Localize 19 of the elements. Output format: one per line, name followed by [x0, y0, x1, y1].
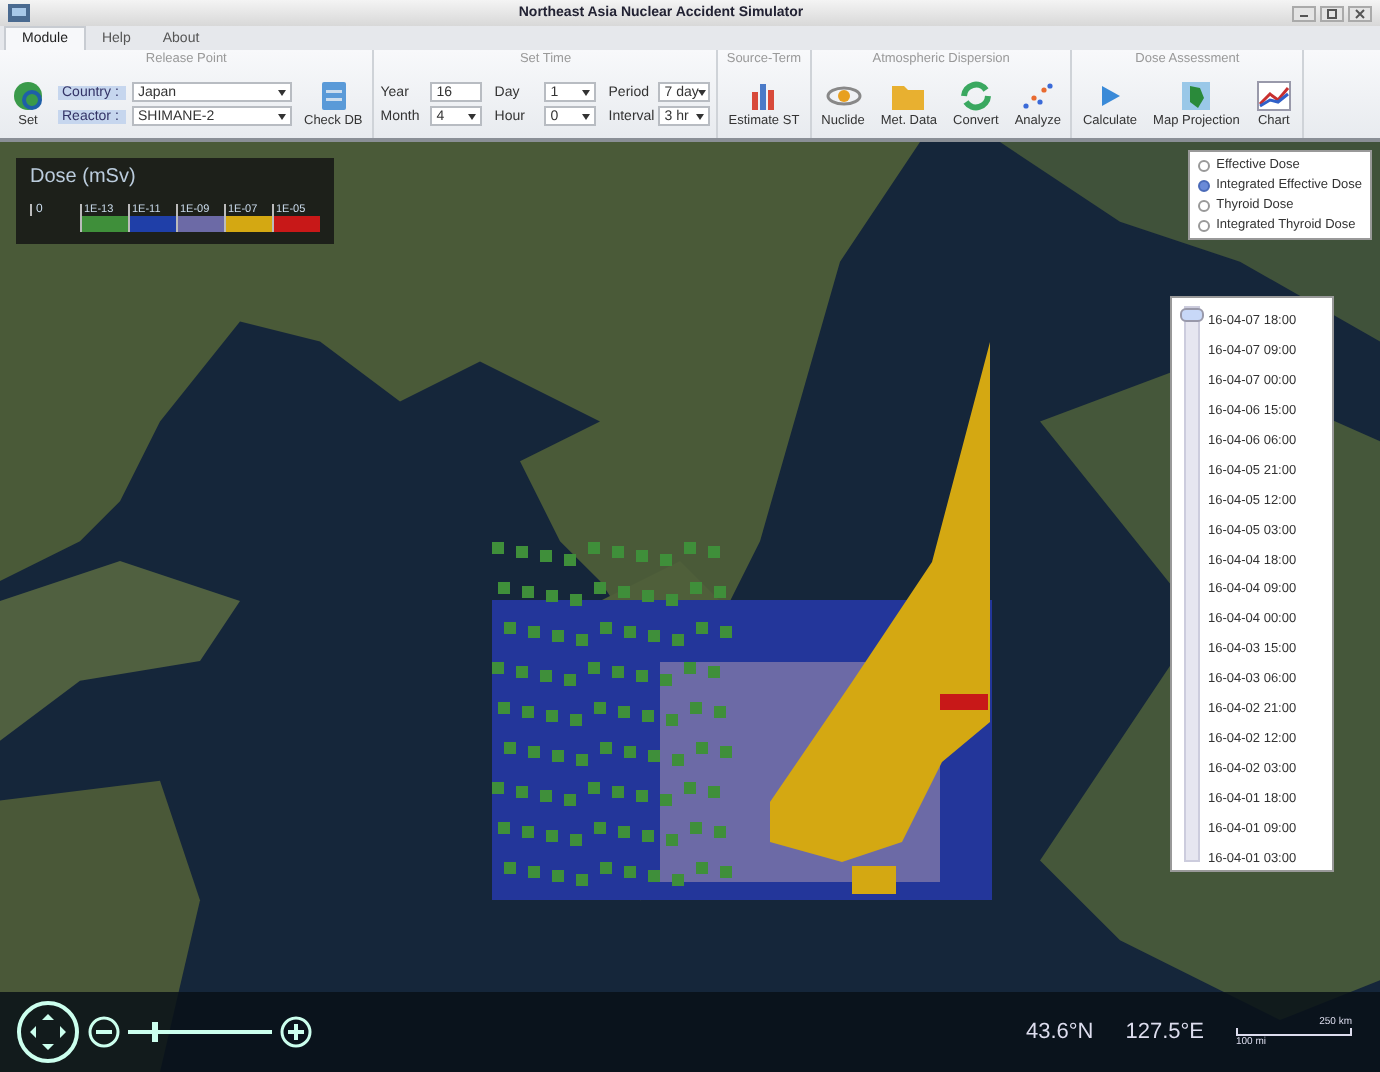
zoom-in-icon[interactable]	[280, 1016, 312, 1048]
minimize-icon[interactable]	[1292, 5, 1316, 21]
legend-title: Dose (mSv)	[30, 166, 138, 188]
slider-thumb[interactable]	[1180, 308, 1204, 322]
folder-icon	[890, 80, 927, 112]
close-icon[interactable]	[1348, 5, 1372, 21]
maximize-icon[interactable]	[1320, 5, 1344, 21]
linechart-icon	[1255, 80, 1292, 112]
globe-icon	[10, 80, 46, 112]
app-icon	[8, 4, 30, 22]
zoom-out-icon[interactable]	[88, 1016, 120, 1048]
map-icon	[1178, 80, 1215, 112]
pan-control-icon[interactable]	[16, 1000, 80, 1064]
scatter-icon	[1019, 80, 1056, 112]
latitude-text: 43.6°N	[1025, 1020, 1094, 1044]
refresh-icon	[957, 80, 994, 112]
time-slider[interactable]	[1184, 306, 1200, 862]
longitude-text: 127.5°E	[1125, 1020, 1204, 1044]
slider-thumb[interactable]	[151, 1022, 158, 1042]
